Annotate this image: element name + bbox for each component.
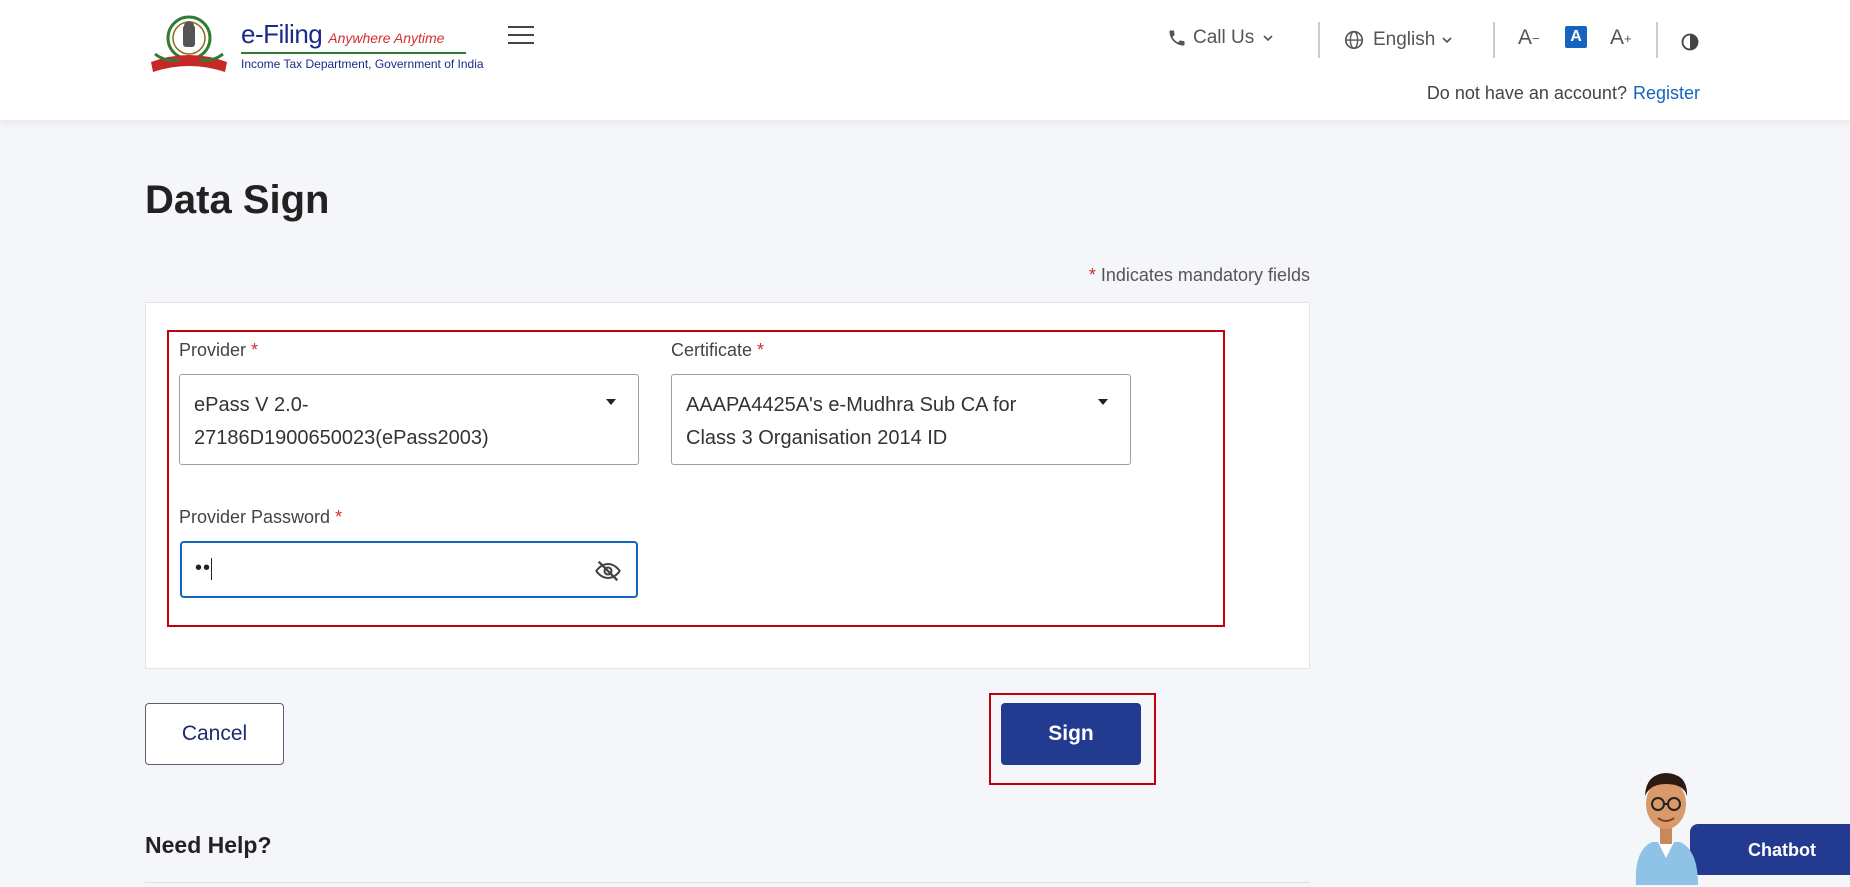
font-increase-icon[interactable]: A + xyxy=(1610,22,1632,54)
chatbot-label: Chatbot xyxy=(1748,840,1816,860)
logo-title: e-Filing xyxy=(241,19,323,49)
dropdown-caret-icon xyxy=(606,399,616,405)
site-header: e-Filing Anywhere Anytime Income Tax Dep… xyxy=(0,0,1850,120)
mandatory-note-text: Indicates mandatory fields xyxy=(1100,265,1310,285)
provider-label: Provider * xyxy=(179,340,259,360)
language-dropdown[interactable]: English xyxy=(1343,24,1455,56)
chevron-down-icon xyxy=(1263,35,1273,42)
language-label: English xyxy=(1373,29,1436,50)
font-decrease-label: A xyxy=(1518,26,1533,49)
logo-subtitle: Income Tax Department, Government of Ind… xyxy=(241,57,484,71)
provider-value-line2: 27186D1900650023(ePass2003) xyxy=(194,427,489,449)
help-divider xyxy=(145,882,1310,883)
toolbar-divider xyxy=(1318,22,1320,58)
password-masked-value: •• xyxy=(195,557,212,579)
globe-icon xyxy=(1344,30,1364,50)
provider-password-label: Provider Password * xyxy=(179,507,343,527)
need-help-heading[interactable]: Need Help? xyxy=(145,832,272,859)
provider-select[interactable]: ePass V 2.0- 27186D1900650023(ePass2003) xyxy=(179,374,639,465)
phone-icon xyxy=(1169,30,1185,46)
certificate-label-text: Certificate xyxy=(671,340,753,360)
chevron-down-icon xyxy=(1442,37,1452,44)
provider-password-input[interactable]: •• xyxy=(180,541,638,598)
certificate-select[interactable]: AAAPA4425A's e-Mudhra Sub CA for Class 3… xyxy=(671,374,1131,465)
call-us-dropdown[interactable]: Call Us xyxy=(1167,22,1276,54)
dropdown-caret-icon xyxy=(1098,399,1108,405)
provider-label-text: Provider xyxy=(179,340,247,360)
sign-button[interactable]: Sign xyxy=(1001,703,1141,765)
certificate-value-line2: Class 3 Organisation 2014 ID xyxy=(686,427,948,449)
text-cursor xyxy=(211,557,213,580)
call-us-label: Call Us xyxy=(1193,27,1255,48)
chatbot-avatar-icon[interactable] xyxy=(1628,758,1703,885)
font-normal-label: A xyxy=(1570,28,1582,45)
certificate-label: Certificate * xyxy=(671,340,765,360)
provider-password-label-text: Provider Password xyxy=(179,507,331,527)
toolbar-divider xyxy=(1493,22,1495,58)
mandatory-note: * Indicates mandatory fields xyxy=(1088,265,1310,285)
page-title: Data Sign xyxy=(145,178,330,222)
emblem-logo-icon xyxy=(151,15,227,72)
cancel-button[interactable]: Cancel xyxy=(145,703,284,765)
font-increase-label: A xyxy=(1610,26,1625,49)
account-prompt: Do not have an account? Register xyxy=(1427,83,1700,104)
eye-off-icon[interactable] xyxy=(594,557,622,585)
provider-value-line1: ePass V 2.0- xyxy=(194,394,309,416)
toolbar-divider xyxy=(1656,22,1658,58)
certificate-value-line1: AAAPA4425A's e-Mudhra Sub CA for xyxy=(686,394,1017,416)
contrast-icon[interactable] xyxy=(1680,26,1700,58)
font-decrease-icon[interactable]: A − xyxy=(1518,22,1540,54)
register-link[interactable]: Register xyxy=(1633,83,1700,103)
font-normal-icon[interactable]: A xyxy=(1565,26,1587,48)
hamburger-menu-icon[interactable] xyxy=(508,26,534,46)
chatbot-button[interactable]: Chatbot xyxy=(1690,824,1850,875)
logo-underline xyxy=(241,52,466,54)
logo-tagline: Anywhere Anytime xyxy=(328,30,445,46)
efiling-logo[interactable]: e-Filing Anywhere Anytime Income Tax Dep… xyxy=(145,12,484,78)
no-account-text: Do not have an account? xyxy=(1426,83,1627,103)
